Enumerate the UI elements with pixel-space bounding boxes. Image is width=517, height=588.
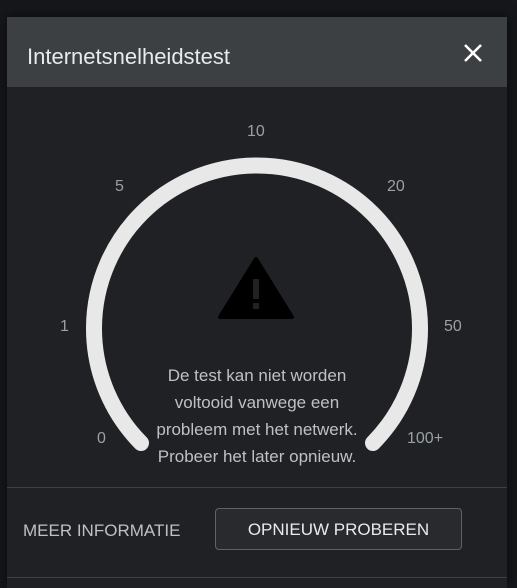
gauge-tick-20: 20 <box>387 178 405 195</box>
footer-divider <box>7 577 507 578</box>
gauge-tick-10: 10 <box>247 123 265 140</box>
error-message: De test kan niet worden voltooid vanwege… <box>156 366 358 466</box>
speed-gauge: 0 1 5 10 20 50 100+ De test kan niet wor… <box>7 87 507 487</box>
more-info-link[interactable]: MEER INFORMATIE <box>23 521 180 541</box>
gauge-tick-1: 1 <box>60 318 69 335</box>
close-icon <box>464 44 482 62</box>
retry-button[interactable]: OPNIEUW PROBEREN <box>215 508 462 550</box>
dialog-title: Internetsnelheidstest <box>27 44 231 69</box>
gauge-tick-5: 5 <box>115 178 124 195</box>
gauge-tick-100: 100+ <box>407 430 444 447</box>
gauge-tick-0: 0 <box>97 430 106 447</box>
actions-divider <box>7 487 507 488</box>
gauge-tick-50: 50 <box>444 318 462 335</box>
dialog-header: Internetsnelheidstest <box>7 17 507 87</box>
warning-icon <box>218 257 294 319</box>
speed-test-dialog: Internetsnelheidstest 0 1 5 10 20 50 100… <box>7 17 507 588</box>
close-button[interactable] <box>457 37 489 69</box>
